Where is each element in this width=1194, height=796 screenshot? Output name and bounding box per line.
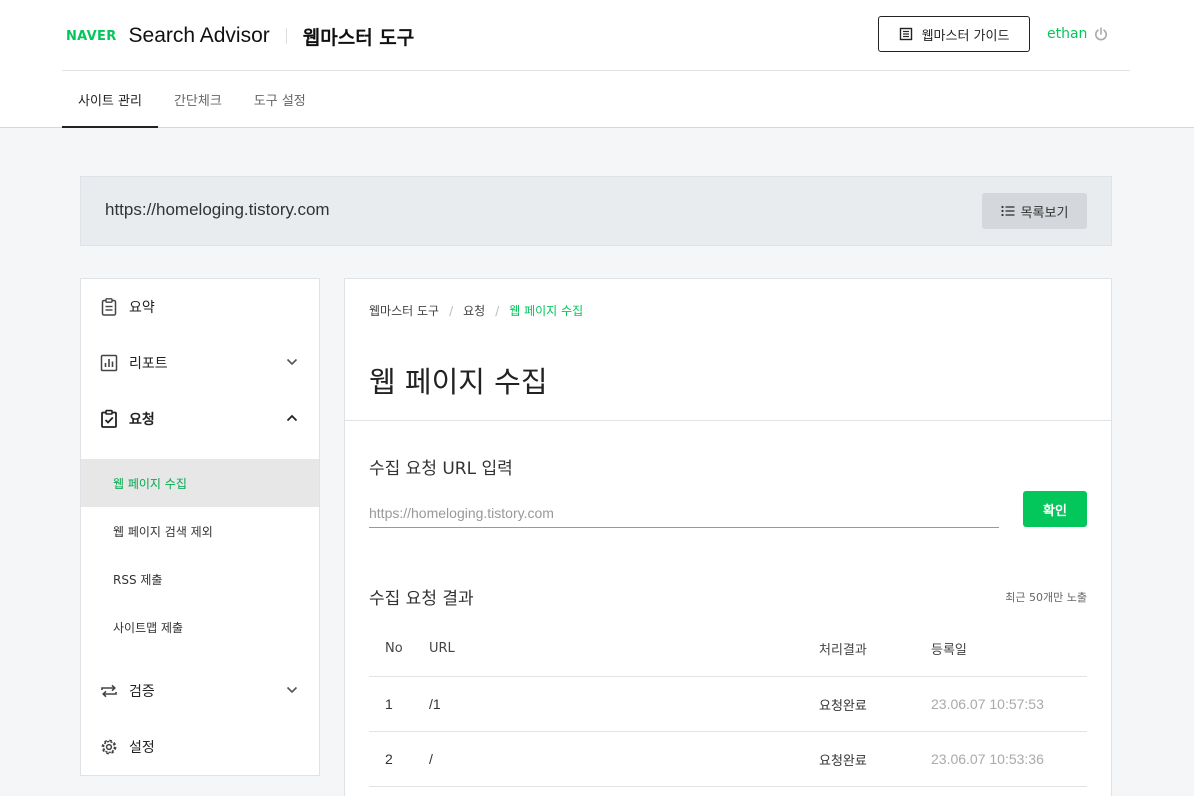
breadcrumb-separator: /: [449, 303, 454, 318]
table-row: 1 /1 요청완료 23.06.07 10:57:53: [369, 677, 1087, 732]
row-no: 2: [385, 751, 393, 767]
list-view-button[interactable]: 목록보기: [982, 193, 1087, 229]
clipboard-icon: [99, 297, 119, 317]
sidebar-subitem-web-page-exclude[interactable]: 웹 페이지 검색 제외: [81, 507, 319, 555]
column-header-no: No: [385, 641, 403, 656]
tab-quick-check[interactable]: 간단체크: [158, 71, 238, 127]
tab-site-management[interactable]: 사이트 관리: [62, 71, 158, 128]
row-url: /: [429, 751, 433, 767]
row-date: 23.06.07 10:57:53: [931, 696, 1044, 712]
clipboard-check-icon: [99, 409, 119, 429]
page-title: 웹 페이지 수집: [369, 365, 548, 399]
title-divider: [345, 420, 1111, 421]
breadcrumb-separator: /: [495, 303, 500, 318]
user-menu[interactable]: ethan: [1047, 24, 1109, 44]
column-header-url: URL: [429, 641, 455, 656]
column-header-date: 등록일: [931, 643, 967, 658]
webmaster-guide-button[interactable]: 웹마스터 가이드: [878, 16, 1030, 52]
breadcrumb-request[interactable]: 요청: [463, 302, 485, 319]
gear-icon: [99, 737, 119, 757]
brand: NAVER Search Advisor 웹마스터 도구: [66, 22, 414, 50]
sidebar-item-verify[interactable]: 검증: [81, 663, 319, 719]
results-note: 최근 50개만 노출: [1005, 591, 1087, 604]
sidebar-subitem-web-page-collect[interactable]: 웹 페이지 수집: [81, 459, 319, 507]
row-result: 요청완료: [819, 753, 867, 769]
breadcrumb: 웹마스터 도구 / 요청 / 웹 페이지 수집: [369, 302, 583, 319]
confirm-button[interactable]: 확인: [1023, 491, 1087, 527]
sidebar-item-settings[interactable]: 설정: [81, 719, 319, 775]
url-input-section-title: 수집 요청 URL 입력: [369, 459, 513, 479]
breadcrumb-webmaster-tool[interactable]: 웹마스터 도구: [369, 302, 439, 319]
sidebar-menu: 요약 리포트 요청 웹 페이지 수집 웹 페이지 검색 제외 RSS 제출 사이…: [80, 278, 320, 776]
sidebar-subitem-rss-submit[interactable]: RSS 제출: [81, 555, 319, 603]
site-bar: https://homeloging.tistory.com 목록보기: [80, 176, 1112, 246]
site-url: https://homeloging.tistory.com: [105, 200, 330, 219]
username[interactable]: ethan: [1047, 26, 1087, 42]
chevron-down-icon: [286, 358, 298, 366]
main-tabs: 사이트 관리 간단체크 도구 설정: [62, 71, 322, 128]
document-list-icon: [899, 27, 912, 41]
sidebar-item-label: 설정: [129, 740, 155, 756]
logout-power-icon[interactable]: [1093, 26, 1109, 42]
top-header: NAVER Search Advisor 웹마스터 도구 웹마스터 가이드 et…: [0, 0, 1194, 128]
naver-logo[interactable]: NAVER: [66, 29, 117, 44]
table-header: No URL 처리결과 등록일: [369, 621, 1087, 677]
url-input[interactable]: [369, 498, 999, 528]
chevron-down-icon: [286, 686, 298, 694]
tab-tool-settings[interactable]: 도구 설정: [238, 71, 322, 127]
tool-title[interactable]: 웹마스터 도구: [303, 23, 415, 50]
table-row: 2 / 요청완료 23.06.07 10:53:36: [369, 732, 1087, 787]
row-url: /1: [429, 696, 441, 712]
sidebar-item-label: 요청: [129, 412, 155, 428]
main-panel: 웹마스터 도구 / 요청 / 웹 페이지 수집 웹 페이지 수집 수집 요청 U…: [344, 278, 1112, 796]
row-date: 23.06.07 10:53:36: [931, 751, 1044, 767]
bar-chart-icon: [99, 353, 119, 373]
column-header-result: 처리결과: [819, 643, 867, 658]
title-divider: [285, 28, 287, 44]
list-view-label: 목록보기: [1020, 205, 1069, 221]
chevron-up-icon: [286, 414, 298, 422]
list-icon: [1000, 205, 1015, 217]
sidebar-item-report[interactable]: 리포트: [81, 335, 319, 391]
sidebar-item-label: 검증: [129, 684, 155, 700]
sidebar-item-summary[interactable]: 요약: [81, 279, 319, 335]
sidebar-item-label: 요약: [129, 300, 155, 316]
row-result: 요청완료: [819, 698, 867, 714]
sidebar-item-label: 리포트: [129, 356, 168, 372]
breadcrumb-current: 웹 페이지 수집: [509, 304, 584, 318]
guide-button-label: 웹마스터 가이드: [921, 28, 1010, 44]
sidebar-item-request[interactable]: 요청: [81, 391, 319, 447]
repeat-icon: [99, 681, 119, 701]
product-name[interactable]: Search Advisor: [129, 24, 270, 48]
row-no: 1: [385, 696, 393, 712]
sidebar-subitem-sitemap-submit[interactable]: 사이트맵 제출: [81, 603, 319, 651]
results-section-title: 수집 요청 결과: [369, 589, 474, 609]
